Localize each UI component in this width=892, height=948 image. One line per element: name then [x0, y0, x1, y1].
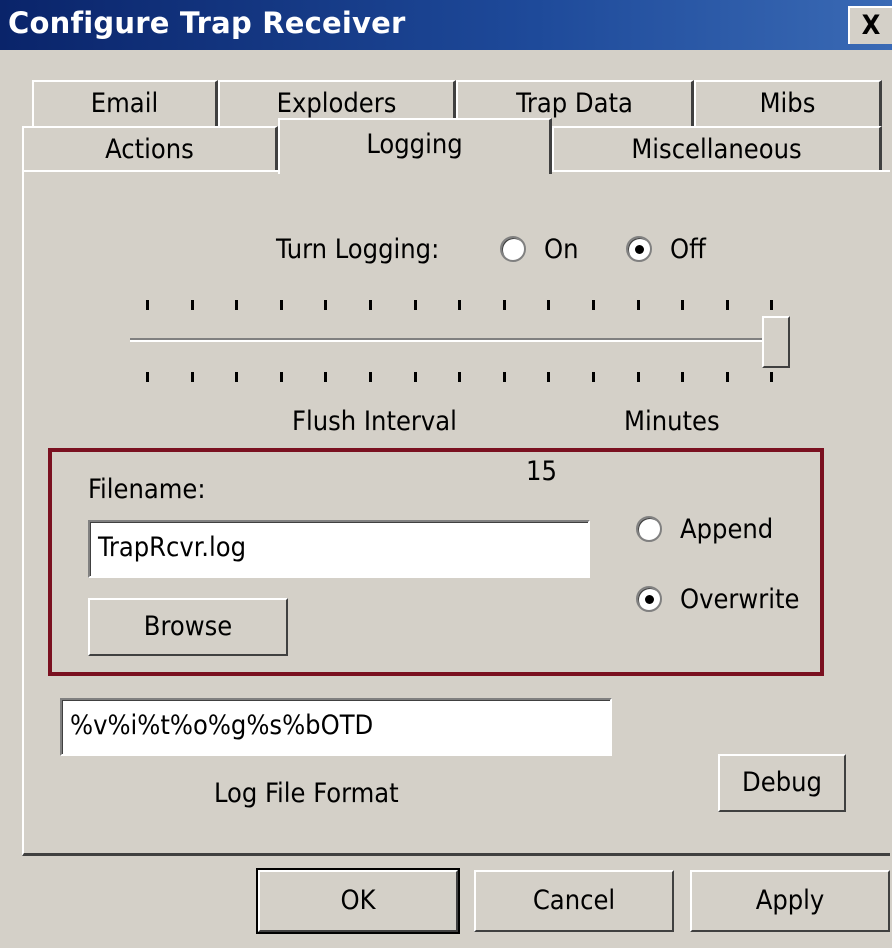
slider-tick	[279, 300, 283, 310]
tab-logging[interactable]: Logging	[278, 118, 552, 174]
slider-tick	[235, 300, 239, 310]
flush-interval-track	[130, 338, 780, 342]
slider-tick	[502, 372, 506, 382]
slider-tick	[770, 300, 774, 310]
browse-button[interactable]: Browse	[88, 598, 288, 656]
cancel-button[interactable]: Cancel	[474, 870, 674, 932]
ok-button[interactable]: OK	[256, 868, 460, 934]
slider-tick	[592, 300, 595, 310]
tab-email[interactable]: Email	[32, 80, 218, 126]
filename-input[interactable]: TrapRcvr.log	[88, 520, 590, 578]
tab-mibs[interactable]: Mibs	[694, 80, 882, 126]
slider-tick	[235, 372, 239, 382]
slider-tick	[324, 300, 328, 310]
close-button[interactable]: X	[848, 6, 892, 44]
apply-label: Apply	[755, 885, 825, 916]
logging-off-radio[interactable]	[626, 236, 652, 262]
radio-selected-dot	[635, 245, 644, 254]
slider-tick	[547, 300, 551, 310]
logging-on-radio[interactable]	[500, 236, 526, 262]
slider-tick	[636, 300, 640, 310]
tab-label: Miscellaneous	[631, 134, 802, 165]
slider-tick	[547, 372, 551, 382]
ok-label: OK	[340, 885, 376, 916]
overwrite-radio[interactable]	[636, 586, 662, 612]
tab-miscellaneous[interactable]: Miscellaneous	[552, 126, 882, 172]
turn-logging-label: Turn Logging:	[276, 234, 440, 265]
slider-tick	[190, 300, 194, 310]
tab-label: Email	[90, 88, 159, 119]
slider-tick	[146, 300, 149, 310]
append-radio[interactable]	[636, 516, 662, 542]
logging-off-label: Off	[670, 234, 706, 265]
flush-interval-slider-thumb[interactable]	[762, 316, 790, 368]
flush-interval-value: 15	[526, 456, 557, 487]
slider-tick	[413, 300, 417, 310]
overwrite-label: Overwrite	[680, 584, 800, 615]
slider-tick	[324, 372, 328, 382]
append-label: Append	[680, 514, 774, 545]
logging-on-label: On	[544, 234, 579, 265]
tab-actions[interactable]: Actions	[22, 126, 278, 172]
minutes-label: Minutes	[624, 406, 720, 437]
slider-tick	[279, 372, 283, 382]
log-file-format-label: Log File Format	[214, 778, 399, 809]
window-title: Configure Trap Receiver	[8, 6, 406, 40]
debug-button[interactable]: Debug	[718, 754, 846, 812]
apply-button[interactable]: Apply	[690, 870, 890, 932]
slider-tick	[369, 372, 372, 382]
tab-label: Exploders	[276, 88, 397, 119]
slider-tick	[458, 372, 462, 382]
close-icon: X	[861, 10, 881, 41]
tab-label: Mibs	[759, 88, 816, 119]
slider-tick	[725, 372, 729, 382]
slider-tick	[592, 372, 595, 382]
slider-tick	[681, 372, 685, 382]
log-format-input[interactable]: %v%i%t%o%g%s%bOTD	[60, 698, 612, 756]
tab-label: Logging	[366, 129, 463, 160]
slider-tick	[413, 372, 417, 382]
slider-tick	[369, 300, 372, 310]
slider-tick	[458, 300, 462, 310]
slider-tick	[770, 372, 774, 382]
tab-label: Actions	[105, 134, 194, 165]
slider-tick	[190, 372, 194, 382]
slider-tick	[146, 372, 149, 382]
slider-tick	[636, 372, 640, 382]
browse-label: Browse	[143, 611, 233, 642]
radio-selected-dot	[645, 595, 654, 604]
filename-label: Filename:	[88, 474, 206, 505]
debug-label: Debug	[742, 767, 822, 798]
slider-tick	[725, 300, 729, 310]
cancel-label: Cancel	[532, 885, 616, 916]
slider-tick	[502, 300, 506, 310]
flush-interval-label: Flush Interval	[292, 406, 457, 437]
tab-label: Trap Data	[516, 88, 633, 119]
slider-tick	[681, 300, 685, 310]
